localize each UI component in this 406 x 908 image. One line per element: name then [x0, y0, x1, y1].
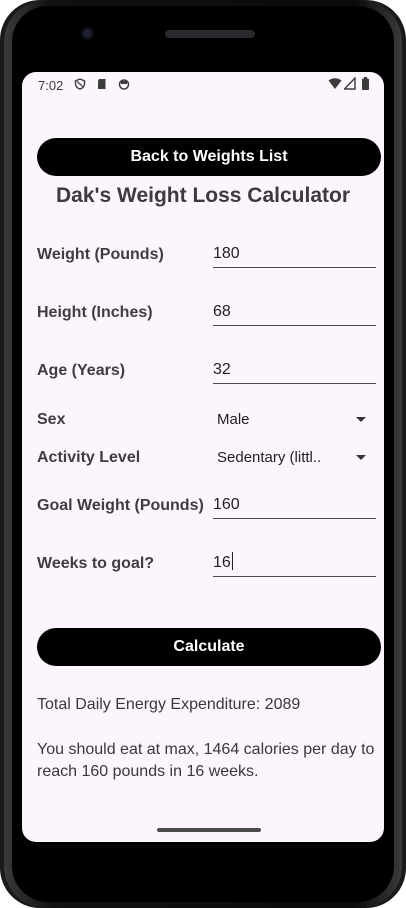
- earpiece-speaker: [165, 30, 255, 38]
- sex-selected: Male: [217, 411, 250, 428]
- sd-card-icon: [98, 79, 106, 89]
- chevron-down-icon: [356, 417, 366, 422]
- weeks-to-goal-input[interactable]: 16: [213, 552, 376, 577]
- phone-frame: 7:02 Back to Weights List Dak's Weight L…: [0, 0, 406, 908]
- shield-icon: [74, 78, 86, 90]
- front-camera: [81, 27, 94, 40]
- signal-icon: [344, 77, 356, 90]
- chevron-down-icon: [356, 455, 366, 460]
- height-value: 68: [213, 303, 231, 320]
- gesture-nav-handle[interactable]: [157, 828, 261, 832]
- goal-weight-input[interactable]: 160: [213, 494, 376, 519]
- age-value: 32: [213, 361, 231, 378]
- weeks-to-goal-value: 16: [213, 554, 231, 571]
- app-screen: 7:02 Back to Weights List Dak's Weight L…: [22, 72, 384, 842]
- tdee-result: Total Daily Energy Expenditure: 2089: [37, 696, 301, 713]
- activity-level-dropdown[interactable]: Sedentary (littl..: [213, 446, 376, 470]
- android-face-icon: [118, 79, 130, 90]
- weeks-to-goal-label: Weeks to goal?: [37, 555, 155, 572]
- activity-level-label: Activity Level: [37, 449, 141, 466]
- goal-weight-value: 160: [213, 496, 240, 513]
- wifi-icon: [328, 78, 342, 89]
- page-title: Dak's Weight Loss Calculator: [55, 184, 350, 207]
- age-input[interactable]: 32: [213, 359, 376, 384]
- status-bar: 7:02: [22, 72, 384, 98]
- goal-weight-label: Goal Weight (Pounds): [37, 497, 204, 514]
- age-label: Age (Years): [37, 362, 126, 379]
- calorie-recommendation: You should eat at max, 1464 calories per…: [37, 741, 375, 780]
- weight-input[interactable]: 180: [213, 243, 376, 268]
- weight-value: 180: [213, 245, 240, 262]
- calculate-button[interactable]: Calculate: [37, 628, 381, 666]
- sex-dropdown[interactable]: Male: [213, 408, 376, 432]
- sex-label: Sex: [37, 411, 66, 428]
- back-to-weights-list-button[interactable]: Back to Weights List: [37, 138, 381, 176]
- weight-label: Weight (Pounds): [37, 246, 164, 263]
- height-label: Height (Inches): [37, 304, 153, 321]
- status-time: 7:02: [38, 78, 64, 93]
- height-input[interactable]: 68: [213, 301, 376, 326]
- text-cursor: [231, 552, 234, 570]
- activity-level-selected: Sedentary (littl..: [217, 449, 322, 466]
- battery-icon: [362, 77, 369, 90]
